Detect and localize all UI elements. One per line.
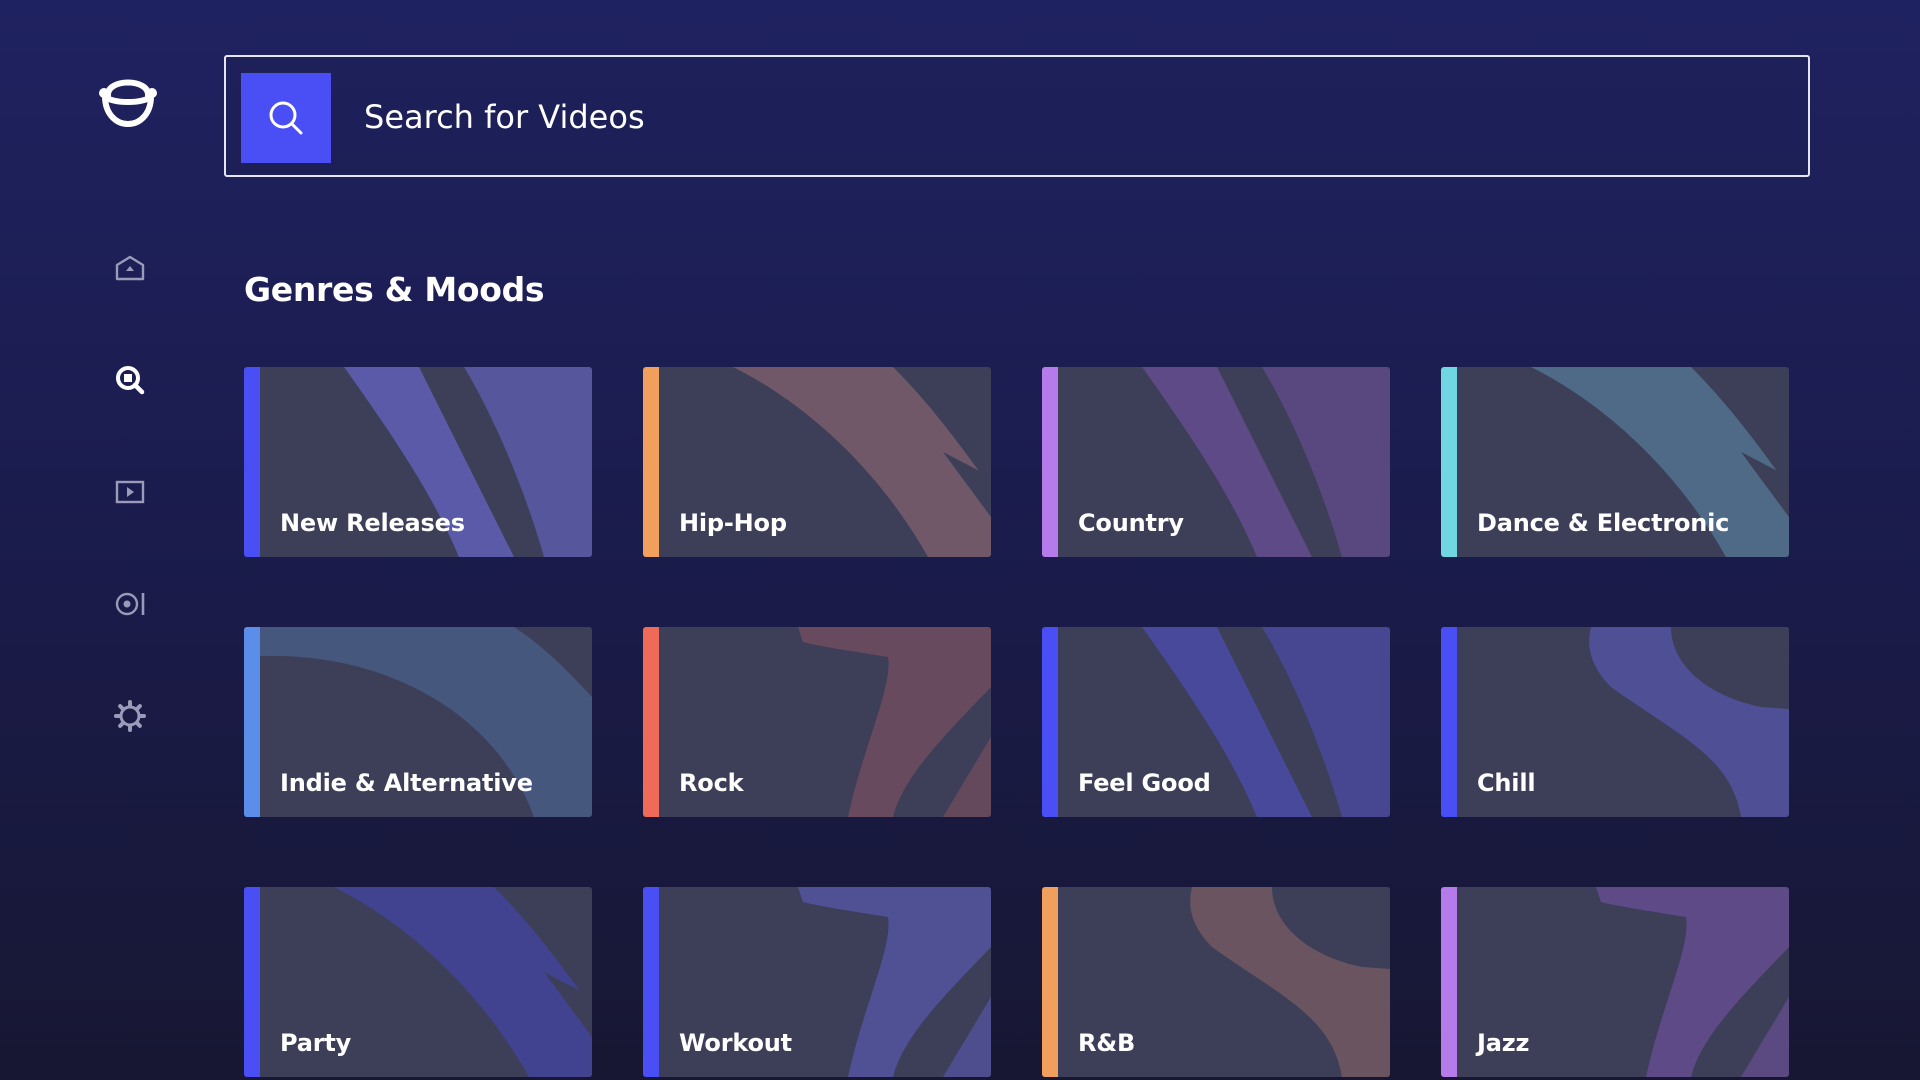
search-icon	[269, 101, 303, 135]
genre-label: New Releases	[280, 509, 465, 537]
genre-label: R&B	[1078, 1029, 1136, 1057]
search-bar	[224, 55, 1810, 177]
genre-accent-bar	[1042, 367, 1058, 557]
genre-label: Dance & Electronic	[1477, 509, 1730, 537]
genre-tile[interactable]: Jazz	[1441, 887, 1789, 1077]
genre-accent-bar	[1042, 887, 1058, 1077]
search-button[interactable]	[241, 73, 331, 163]
genre-accent-bar	[643, 367, 659, 557]
genre-tile[interactable]: Rock	[643, 627, 991, 817]
genre-label: Indie & Alternative	[280, 769, 533, 797]
genre-label: Chill	[1477, 769, 1536, 797]
genre-label: Party	[280, 1029, 352, 1057]
nav-videos[interactable]	[108, 470, 152, 514]
genre-tile[interactable]: Hip-Hop	[643, 367, 991, 557]
gear-icon	[114, 700, 146, 732]
genre-accent-bar	[244, 627, 260, 817]
search-icon	[116, 366, 145, 395]
genre-tile[interactable]: R&B	[1042, 887, 1390, 1077]
genre-label: Rock	[679, 769, 744, 797]
genre-accent-bar	[1441, 887, 1457, 1077]
app-logo[interactable]	[96, 66, 160, 130]
play-icon	[115, 480, 145, 504]
genre-tile[interactable]: Party	[244, 887, 592, 1077]
genre-label: Jazz	[1477, 1029, 1530, 1057]
radio-icon	[115, 592, 145, 616]
nav-search[interactable]	[108, 358, 152, 402]
genre-label: Hip-Hop	[679, 509, 787, 537]
genre-tile[interactable]: Dance & Electronic	[1441, 367, 1789, 557]
genre-accent-bar	[1441, 627, 1457, 817]
genre-accent-bar	[1441, 367, 1457, 557]
section-title: Genres & Moods	[244, 270, 545, 309]
nav-radio[interactable]	[108, 582, 152, 626]
genre-tile[interactable]: Workout	[643, 887, 991, 1077]
genre-grid: New Releases Hip-Hop Country Dance & Electr…	[244, 367, 1790, 1077]
genre-accent-bar	[643, 887, 659, 1077]
genre-label: Feel Good	[1078, 769, 1211, 797]
genre-accent-bar	[1042, 627, 1058, 817]
genre-accent-bar	[244, 887, 260, 1077]
genre-accent-bar	[244, 367, 260, 557]
genre-tile[interactable]: Chill	[1441, 627, 1789, 817]
search-input[interactable]	[364, 87, 1664, 147]
genre-accent-bar	[643, 627, 659, 817]
genre-tile[interactable]: Indie & Alternative	[244, 627, 592, 817]
genre-label: Workout	[679, 1029, 792, 1057]
genre-tile[interactable]: Feel Good	[1042, 627, 1390, 817]
headphones-face-logo-icon	[99, 79, 157, 127]
nav-settings[interactable]	[108, 694, 152, 738]
genre-tile[interactable]: Country	[1042, 367, 1390, 557]
nav-home[interactable]	[108, 246, 152, 290]
genre-tile[interactable]: New Releases	[244, 367, 592, 557]
genre-label: Country	[1078, 509, 1184, 537]
home-icon	[115, 255, 145, 281]
